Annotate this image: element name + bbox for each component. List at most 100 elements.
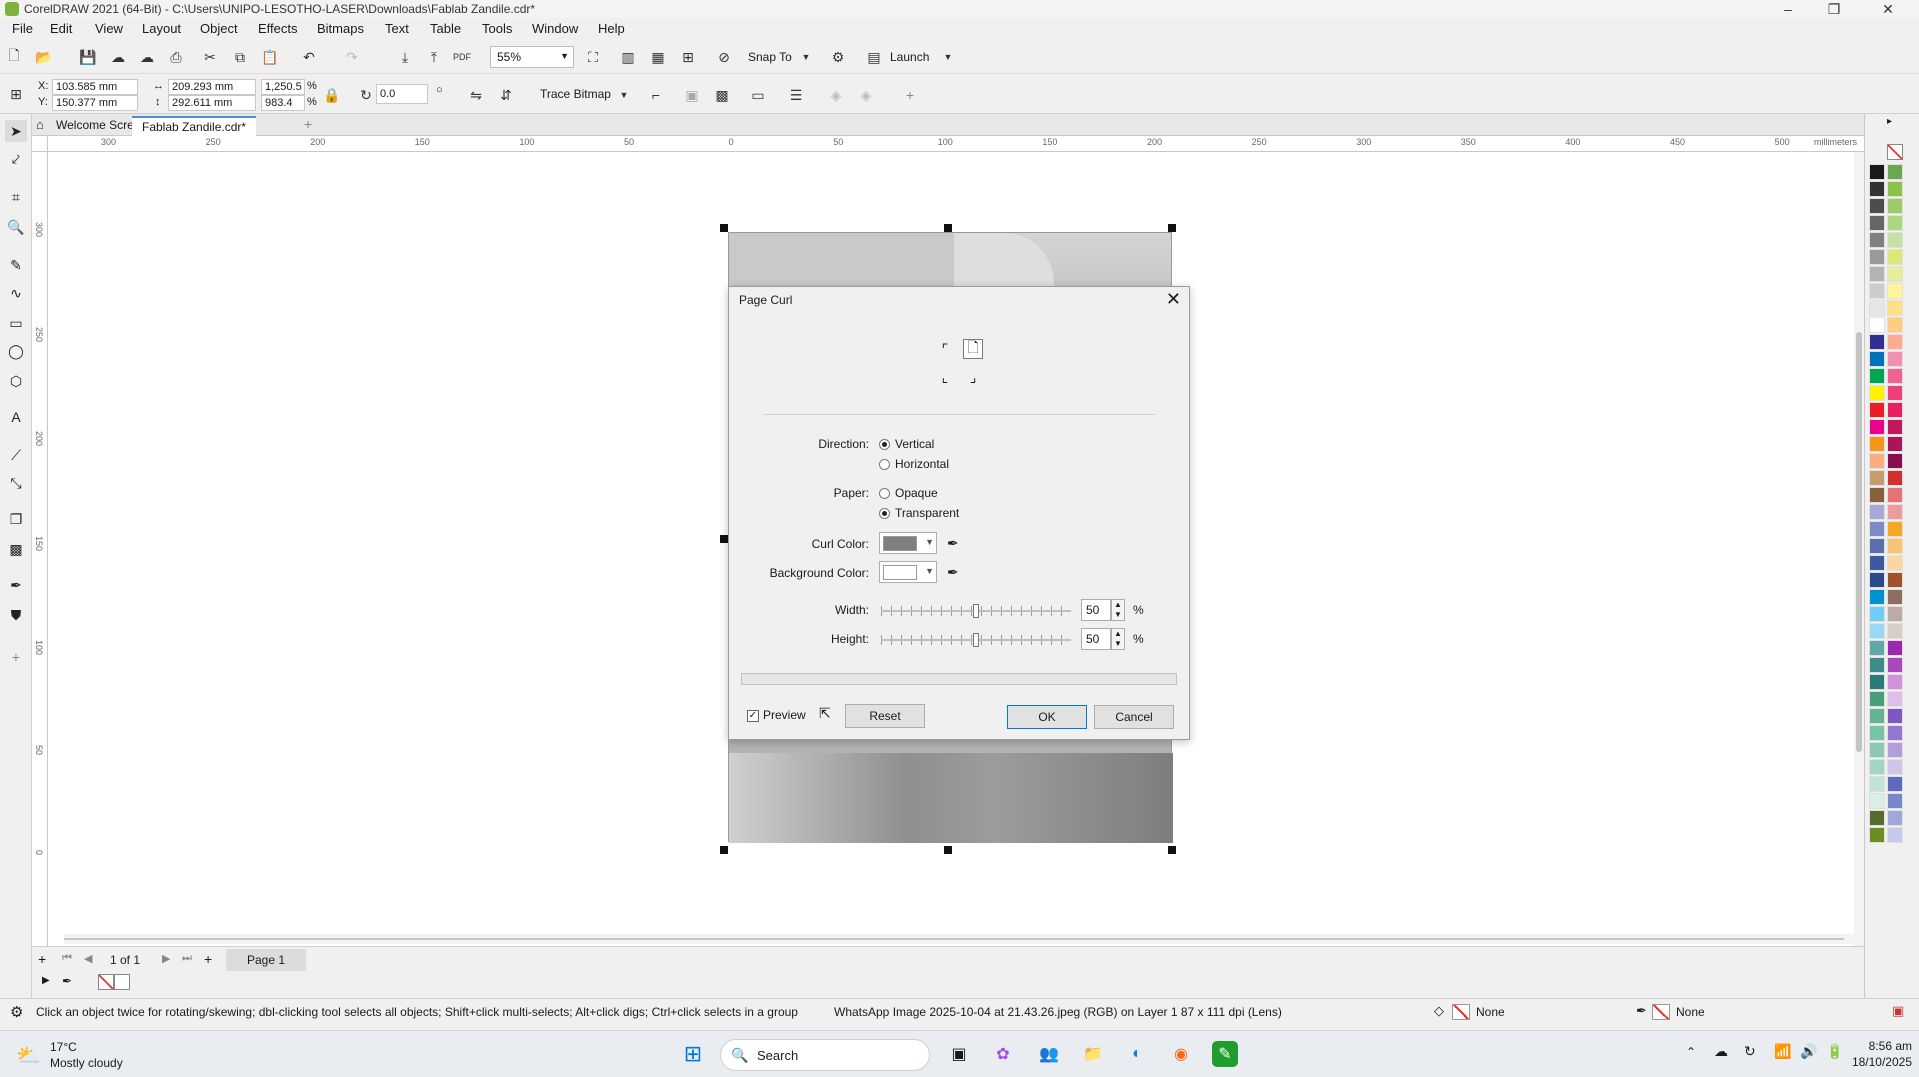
palette-swatch[interactable]: [1869, 402, 1885, 418]
file-explorer-icon[interactable]: 📁: [1080, 1041, 1106, 1067]
menu-effects[interactable]: Effects: [258, 21, 298, 36]
palette-swatch[interactable]: [1869, 453, 1885, 469]
preview-checkbox[interactable]: ✓: [747, 710, 759, 722]
last-page-icon[interactable]: ⏭: [182, 952, 192, 965]
palette-swatch[interactable]: [1869, 368, 1885, 384]
palette-swatch[interactable]: [1869, 215, 1885, 231]
palette-swatch[interactable]: [1887, 725, 1903, 741]
add-page-after-icon[interactable]: +: [204, 951, 212, 967]
show-guidelines-icon[interactable]: ⊞: [678, 47, 698, 67]
palette-swatch[interactable]: [1869, 181, 1885, 197]
task-view-icon[interactable]: ▣: [946, 1041, 972, 1067]
palette-swatch[interactable]: [1887, 249, 1903, 265]
palette-swatch[interactable]: [1887, 521, 1903, 537]
lock-ratio-icon[interactable]: 🔒: [322, 85, 342, 105]
first-page-icon[interactable]: ⏮: [62, 952, 72, 965]
cloud-export-icon[interactable]: ☁: [137, 47, 157, 67]
eyedropper-icon[interactable]: ✒: [62, 974, 72, 988]
opaque-label[interactable]: Opaque: [895, 486, 938, 500]
add-icon[interactable]: +: [900, 85, 920, 105]
palette-swatch[interactable]: [1869, 810, 1885, 826]
windows-start-icon[interactable]: ⊞: [680, 1041, 706, 1067]
pick-tool-icon[interactable]: ➤: [5, 120, 27, 142]
new-tab-icon[interactable]: +: [304, 116, 312, 132]
crop-tool-icon[interactable]: ⌗: [5, 186, 27, 208]
battery-icon[interactable]: 🔋: [1826, 1043, 1843, 1060]
width-spinner[interactable]: ▲ ▼: [1111, 599, 1125, 621]
drop-shadow-tool-icon[interactable]: ❐: [5, 508, 27, 530]
horizontal-ruler[interactable]: millimeters 300 250 200 150 100 50 0 50 100 150 20…: [48, 136, 1864, 152]
mirror-vertical-icon[interactable]: ⇵: [496, 85, 516, 105]
bitmap-border-icon[interactable]: ▭: [748, 85, 768, 105]
object-height-field[interactable]: 292.611 mm: [168, 95, 256, 111]
palette-swatch[interactable]: [1869, 470, 1885, 486]
curl-bottom-right-icon[interactable]: ⌟: [963, 367, 983, 387]
snap-to-dropdown[interactable]: Snap To: [748, 50, 792, 64]
palette-swatch[interactable]: [1887, 368, 1903, 384]
artistic-media-icon[interactable]: ∿: [5, 282, 27, 304]
import-icon[interactable]: ⤓: [395, 47, 415, 67]
clock-time[interactable]: 8:56 am: [1852, 1039, 1912, 1053]
tab-document[interactable]: Fablab Zandile.cdr*: [132, 116, 257, 136]
palette-swatch[interactable]: [1887, 232, 1903, 248]
palette-swatch[interactable]: [1887, 300, 1903, 316]
horizontal-scrollbar[interactable]: [64, 934, 1854, 944]
menu-window[interactable]: Window: [532, 21, 578, 36]
zoom-tool-icon[interactable]: 🔍: [5, 216, 27, 238]
menu-object[interactable]: Object: [200, 21, 238, 36]
menu-tools[interactable]: Tools: [482, 21, 512, 36]
eyedropper-icon[interactable]: ✒: [947, 564, 959, 581]
eyedropper-icon[interactable]: ✒: [947, 535, 959, 552]
chevron-down-icon[interactable]: ▼: [614, 85, 634, 105]
wifi-icon[interactable]: 📶: [1774, 1043, 1791, 1060]
palette-swatch[interactable]: [1869, 351, 1885, 367]
launch-app-icon[interactable]: ▤: [864, 47, 884, 67]
dimension-tool-icon[interactable]: ⟋: [5, 444, 27, 466]
palette-swatch[interactable]: [1887, 793, 1903, 809]
horizontal-radio[interactable]: [879, 459, 890, 470]
no-fill-swatch[interactable]: [1887, 144, 1903, 160]
selection-handle-ne[interactable]: [1168, 224, 1176, 232]
height-slider[interactable]: [881, 633, 1071, 647]
palette-swatch[interactable]: [1887, 181, 1903, 197]
palette-swatch[interactable]: [1869, 300, 1885, 316]
freehand-tool-icon[interactable]: ✎: [5, 254, 27, 276]
palette-swatch[interactable]: [1887, 589, 1903, 605]
palette-swatch[interactable]: [1887, 538, 1903, 554]
selection-handle-n[interactable]: [944, 224, 952, 232]
palette-swatch[interactable]: [1869, 776, 1885, 792]
vertical-ruler[interactable]: 300 250 200 150 100 50 0: [32, 152, 48, 946]
snap-off-icon[interactable]: ⊘: [714, 47, 734, 67]
temperature[interactable]: 17°C: [50, 1040, 77, 1054]
selection-handle-sw[interactable]: [720, 846, 728, 854]
vertical-label[interactable]: Vertical: [895, 437, 934, 451]
palette-swatch[interactable]: [1869, 555, 1885, 571]
home-icon[interactable]: ⌂: [36, 117, 44, 132]
menu-bitmaps[interactable]: Bitmaps: [317, 21, 364, 36]
options-gear-icon[interactable]: ⚙: [828, 47, 848, 67]
connector-tool-icon[interactable]: ⤡: [5, 472, 27, 494]
cancel-button[interactable]: Cancel: [1094, 705, 1174, 729]
selection-handle-se[interactable]: [1168, 846, 1176, 854]
ellipse-tool-icon[interactable]: ◯: [5, 340, 27, 362]
palette-swatch[interactable]: [1887, 351, 1903, 367]
menu-layout[interactable]: Layout: [142, 21, 181, 36]
selection-handle-s[interactable]: [944, 846, 952, 854]
palette-swatch[interactable]: [1887, 504, 1903, 520]
palette-swatch[interactable]: [1869, 538, 1885, 554]
vertical-scroll-thumb[interactable]: [1856, 332, 1862, 752]
palette-swatch[interactable]: [1887, 402, 1903, 418]
add-page-icon[interactable]: +: [38, 951, 46, 967]
palette-swatch[interactable]: [1869, 708, 1885, 724]
copilot-icon[interactable]: ✿: [990, 1041, 1016, 1067]
background-color-picker[interactable]: ▼: [879, 561, 937, 583]
menu-text[interactable]: Text: [385, 21, 409, 36]
copy-icon[interactable]: ⧉: [230, 47, 250, 67]
edge-icon[interactable]: ◐: [1124, 1041, 1150, 1067]
palette-swatch[interactable]: [1887, 827, 1903, 843]
palette-swatch[interactable]: [1887, 215, 1903, 231]
redo-icon[interactable]: ↷: [342, 47, 362, 67]
rectangle-tool-icon[interactable]: ▭: [5, 312, 27, 334]
scale-y-field[interactable]: 983.4: [261, 95, 305, 111]
rotation-angle-field[interactable]: 0.0: [376, 84, 428, 104]
